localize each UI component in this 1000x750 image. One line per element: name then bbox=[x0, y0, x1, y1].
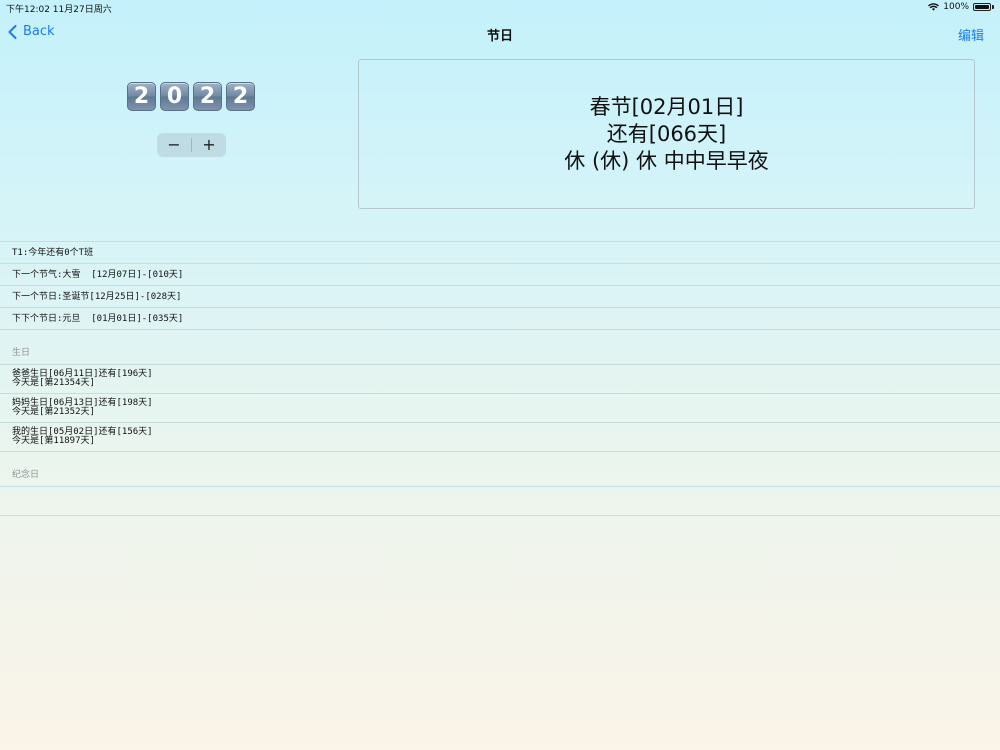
table-row[interactable]: 我的生日[05月02日]还有[156天] 今天是[第11897天] bbox=[0, 422, 1000, 451]
section-title-birthday: 生日 bbox=[12, 348, 31, 358]
table-row[interactable]: 爸爸生日[06月11日]还有[196天] 今天是[第21354天] bbox=[0, 364, 1000, 393]
increment-button[interactable]: + bbox=[192, 133, 226, 157]
list-bottom-separator bbox=[0, 515, 1000, 516]
status-bar: 下午12:02 11月27日周六 100% bbox=[0, 0, 1000, 16]
list-item[interactable]: 下一个节气:大雪 [12月07日]-[010天] bbox=[0, 263, 1000, 285]
birthday-countdown: 我的生日[05月02日]还有[156天] bbox=[12, 427, 153, 437]
edit-button[interactable]: 编辑 bbox=[958, 25, 984, 44]
decrement-button[interactable]: − bbox=[157, 133, 191, 157]
section-header-birthday: 生日 bbox=[0, 329, 1000, 364]
year-stepper: − + bbox=[157, 133, 226, 157]
list-item[interactable]: 下下个节日:元旦 [01月01日]-[035天] bbox=[0, 307, 1000, 329]
birthday-days-alive: 今天是[第21352天] bbox=[12, 407, 95, 417]
wifi-icon bbox=[928, 3, 940, 11]
holiday-schedule: 休 (休) 休 中中早早夜 bbox=[564, 148, 769, 173]
holiday-days-remaining: 还有[066天] bbox=[606, 121, 727, 146]
list-item[interactable]: T1:今年还有0个T班 bbox=[0, 241, 1000, 263]
year-display: 2 0 2 2 bbox=[127, 82, 255, 111]
battery-percent: 100% bbox=[943, 2, 969, 12]
list-item[interactable]: 下一个节日:圣诞节[12月25日]-[028天] bbox=[0, 285, 1000, 307]
summary-list: T1:今年还有0个T班 下一个节气:大雪 [12月07日]-[010天] 下一个… bbox=[0, 241, 1000, 516]
table-row[interactable]: 妈妈生日[06月13日]还有[198天] 今天是[第21352天] bbox=[0, 393, 1000, 422]
year-digit-1: 2 bbox=[127, 82, 156, 111]
birthday-days-alive: 今天是[第11897天] bbox=[12, 436, 95, 446]
page-title: 节日 bbox=[486, 29, 513, 44]
birthday-days-alive: 今天是[第21354天] bbox=[12, 378, 95, 388]
battery-icon bbox=[973, 3, 991, 11]
birthday-countdown: 妈妈生日[06月13日]还有[198天] bbox=[12, 398, 153, 408]
year-digit-4: 2 bbox=[226, 82, 255, 111]
status-right: 100% bbox=[928, 2, 994, 12]
holiday-name-date: 春节[02月01日] bbox=[589, 94, 744, 119]
year-digit-2: 0 bbox=[160, 82, 189, 111]
battery-cap bbox=[992, 5, 994, 9]
nav-bar: Back 节日 编辑 bbox=[0, 16, 1000, 52]
year-digit-3: 2 bbox=[193, 82, 222, 111]
list-item[interactable] bbox=[0, 486, 1000, 515]
section-header-anniversary: 纪念日 bbox=[0, 451, 1000, 486]
section-title-anniversary: 纪念日 bbox=[12, 470, 40, 480]
birthday-countdown: 爸爸生日[06月11日]还有[196天] bbox=[12, 369, 153, 379]
holiday-countdown-box: 春节[02月01日] 还有[066天] 休 (休) 休 中中早早夜 bbox=[358, 59, 975, 209]
status-time-date: 下午12:02 11月27日周六 bbox=[6, 5, 112, 15]
